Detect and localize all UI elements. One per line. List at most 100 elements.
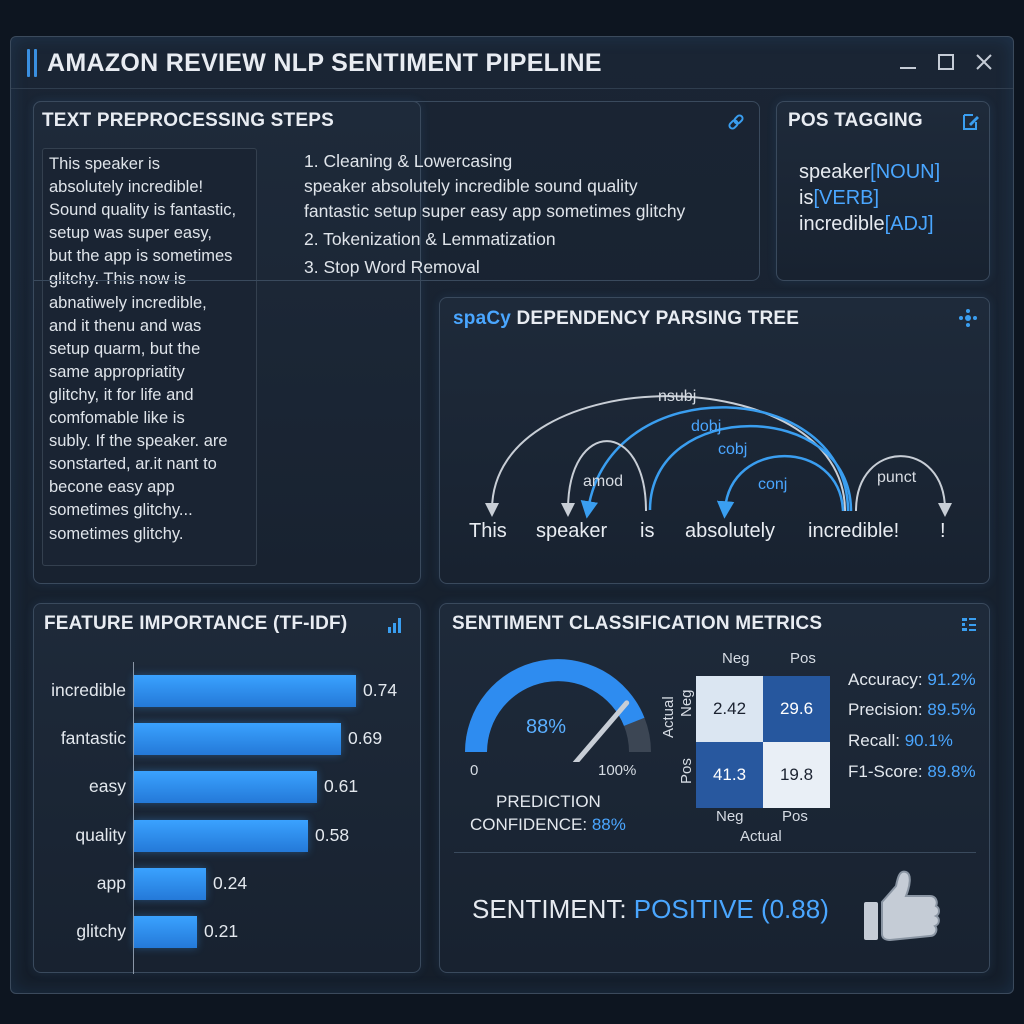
metric-value: 90.1%: [904, 731, 953, 750]
pos-item: speaker[NOUN]: [799, 159, 940, 185]
feature-term: glitchy: [76, 921, 126, 941]
sentiment-result: SENTIMENT: POSITIVE (0.88): [472, 894, 829, 925]
close-icon: [976, 54, 992, 70]
cm-cell[interactable]: 29.6: [763, 676, 830, 742]
minimize-button[interactable]: [893, 47, 923, 77]
metric-name: Recall:: [848, 731, 905, 750]
cm-bottom-label: Actual: [740, 828, 782, 845]
feature-bar[interactable]: [134, 916, 197, 948]
features-title: FEATURE IMPORTANCE (TF-IDF): [44, 613, 348, 634]
sentiment-label: SENTIMENT:: [472, 894, 634, 924]
cm-cell[interactable]: 2.42: [696, 676, 763, 742]
feature-score-label: 0.69: [348, 728, 383, 749]
pos-tagging-panel: POS TAGGING speaker[NOUN] is[VERB] incre…: [776, 101, 990, 281]
pos-item: is[VERB]: [799, 185, 940, 211]
gauge-caption-2: CONFIDENCE: 88%: [470, 815, 626, 835]
drag-handle-icon[interactable]: [27, 49, 41, 77]
app-window: AMAZON REVIEW NLP SENTIMENT PIPELINE TEX…: [10, 36, 1014, 994]
feature-score-label: 0.61: [324, 776, 359, 797]
cm-cell[interactable]: 19.8: [763, 742, 830, 808]
cm-row-pos: Pos: [678, 758, 695, 784]
step-2-label: 2. Tokenization & Lemmatization: [304, 229, 556, 249]
metric-name: F1-Score:: [848, 762, 928, 781]
review-text-line: sonstarted, ar.it nant to: [49, 455, 217, 474]
feature-bar[interactable]: [134, 723, 341, 756]
review-text-line: sometimes glitchy...: [49, 501, 193, 520]
feature-term: app: [96, 872, 126, 893]
feature-importance-panel: FEATURE IMPORTANCE (TF-IDF) incredible 0.…: [33, 603, 421, 974]
title-bar[interactable]: AMAZON REVIEW NLP SENTIMENT PIPELINE: [11, 37, 1013, 89]
metric-precision: Precision: 89.5%: [848, 700, 976, 720]
review-text-line: and it thenu and was: [49, 316, 202, 335]
preprocessing-steps: 1. Cleaning & Lowercasing speaker absolu…: [304, 149, 685, 280]
arc-label-cobj: cobj: [718, 441, 748, 458]
pos-item: incredible[ADJ]: [799, 211, 940, 237]
cm-col-pos: Pos: [790, 650, 816, 667]
feature-score-label: 0.24: [213, 872, 248, 893]
gauge-value: 88%: [526, 716, 567, 738]
cm-side-label: Actual: [660, 696, 677, 738]
review-text-line: comfomable like is: [49, 409, 185, 428]
feature-bar[interactable]: [134, 675, 356, 707]
arc-label-nsubj: nsubj: [658, 388, 697, 405]
step-1-output-line-2: fantastic setup super easy app sometimes…: [304, 201, 686, 221]
step-3-label: 3. Stop Word Removal: [304, 257, 480, 277]
confidence-gauge: [465, 659, 651, 762]
feature-term: easy: [89, 776, 126, 797]
feature-score-label: 0.21: [204, 921, 239, 941]
list-settings-icon[interactable]: [960, 615, 978, 633]
dependency-panel: spaCy DEPENDENCY PARSING TREE nsubj dobj…: [439, 297, 990, 584]
feature-score-label: 0.58: [315, 824, 350, 845]
pos-word: incredible: [799, 213, 885, 235]
bar-chart-icon[interactable]: [386, 616, 404, 634]
cm-row-neg: Neg: [678, 689, 695, 717]
pos-tag: [VERB]: [813, 187, 880, 209]
window-title: AMAZON REVIEW NLP SENTIMENT PIPELINE: [47, 49, 602, 77]
review-text-line: abnatiwely incredible,: [49, 293, 207, 312]
cm-cell[interactable]: 41.3: [696, 742, 763, 808]
divider: [454, 852, 976, 853]
pos-tag: [ADJ]: [884, 213, 934, 235]
token[interactable]: This: [469, 520, 507, 543]
minimize-icon: [900, 67, 916, 69]
arc-label-amod: amod: [583, 473, 624, 490]
token[interactable]: !: [940, 520, 946, 543]
gauge-min: 0: [470, 762, 479, 779]
preprocessing-steps-area: 1. Cleaning & Lowercasing speaker absolu…: [33, 101, 760, 281]
step-1-label: 1. Cleaning & Lowercasing: [304, 151, 513, 171]
gauge-caption-1: PREDICTION: [496, 792, 601, 811]
pos-tag-list: speaker[NOUN] is[VERB] incredible[ADJ]: [799, 159, 940, 237]
cm-bottom-neg: Neg: [716, 808, 744, 825]
token[interactable]: absolutely: [685, 520, 775, 543]
cm-bottom-pos: Pos: [782, 808, 808, 825]
token[interactable]: is: [640, 520, 654, 543]
token[interactable]: speaker: [536, 520, 607, 543]
metric-value: 89.5%: [927, 700, 976, 719]
maximize-button[interactable]: [931, 47, 961, 77]
arc-label-punct: punct: [877, 469, 917, 486]
feature-bar[interactable]: [134, 867, 206, 900]
feature-bar[interactable]: [134, 819, 308, 852]
metric-f1: F1-Score: 89.8%: [848, 762, 976, 782]
review-text-line: glitchy, it for life and: [49, 385, 194, 404]
link-icon[interactable]: [726, 112, 746, 132]
gauge-max: 100%: [598, 762, 637, 779]
review-text-line: subly. If the speaker. are: [49, 432, 228, 451]
pos-tag: [NOUN]: [870, 161, 941, 183]
pos-word: speaker: [799, 161, 871, 183]
token[interactable]: incredible!: [808, 520, 899, 543]
arc-label-dobj: dobj: [691, 418, 722, 435]
feature-bar[interactable]: [134, 771, 317, 804]
metric-name: Precision:: [848, 700, 928, 719]
feature-term: quality: [75, 824, 126, 845]
metric-value: 91.2%: [927, 670, 976, 689]
sentiment-value: POSITIVE (0.88): [633, 894, 829, 924]
pos-title: POS TAGGING: [788, 110, 923, 131]
edit-icon[interactable]: [961, 112, 981, 132]
close-button[interactable]: [969, 47, 999, 77]
arc-label-conj: conj: [758, 476, 788, 493]
pos-word: is: [799, 187, 814, 209]
metric-accuracy: Accuracy: 91.2%: [848, 670, 976, 690]
cm-col-neg: Neg: [722, 650, 750, 667]
feature-term: fantastic: [60, 728, 126, 749]
